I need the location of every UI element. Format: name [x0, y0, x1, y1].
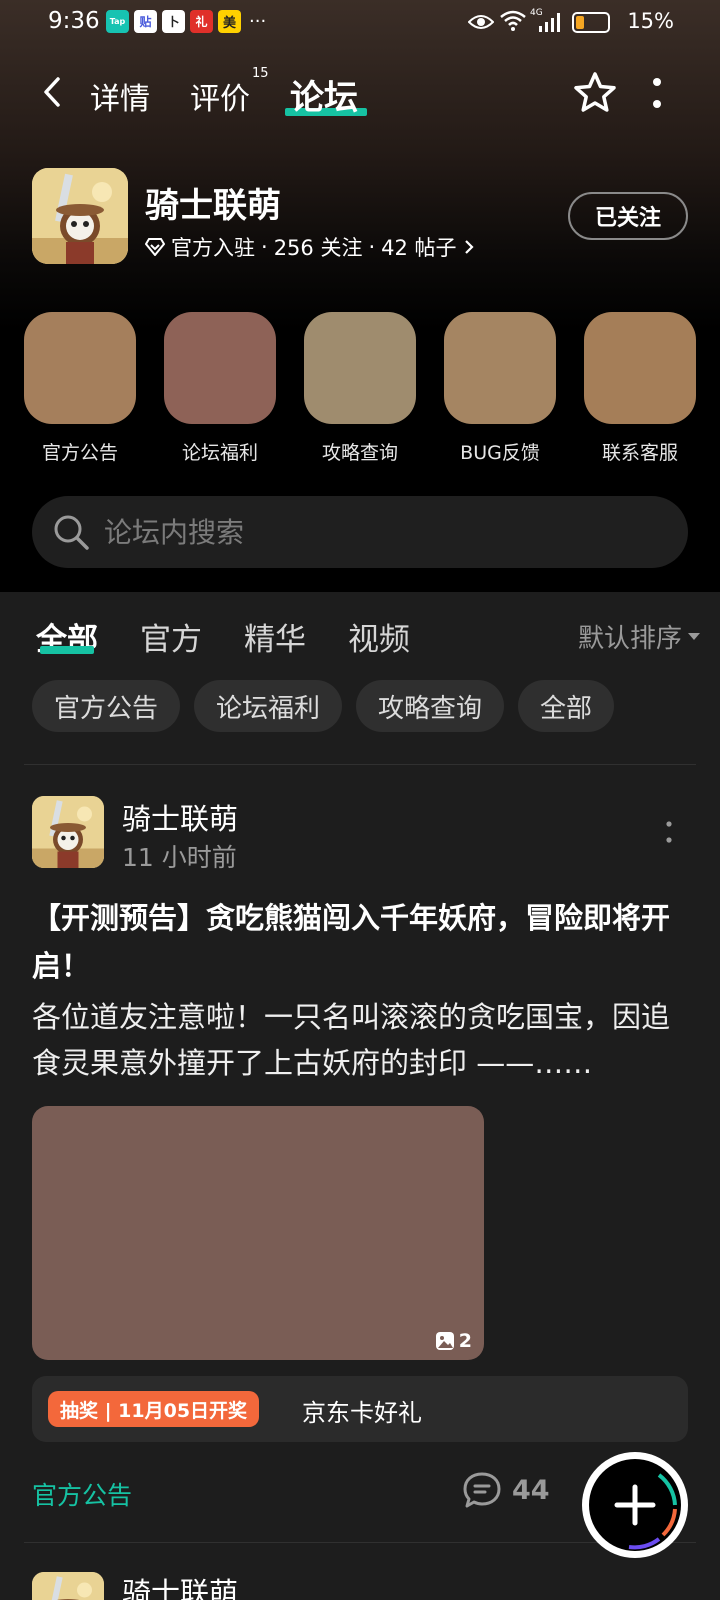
quick-action-support[interactable]: 联系客服	[584, 312, 696, 465]
follow-button[interactable]: 已关注	[568, 192, 688, 240]
tab-details[interactable]: 详情	[90, 74, 150, 118]
chip-guides[interactable]: 攻略查询	[356, 680, 505, 732]
chip-announcements[interactable]: 官方公告	[32, 680, 181, 732]
avatar[interactable]	[32, 796, 104, 868]
quick-action-announcements[interactable]: 官方公告	[24, 312, 136, 465]
back-arrow-icon[interactable]	[38, 74, 68, 110]
battery-icon	[572, 12, 610, 33]
tieba-icon: 贴	[134, 10, 157, 33]
feed-tab-featured[interactable]: 精华	[244, 614, 306, 659]
post-category-tag[interactable]: 官方公告	[32, 1476, 132, 1512]
quick-action-label: 攻略查询	[321, 442, 398, 464]
app-meta[interactable]: 官方入驻 · 256 关注 · 42 帖子	[145, 232, 475, 262]
top-nav: 详情 评价 15 论坛	[0, 60, 720, 130]
image-count: 2	[435, 1330, 472, 1352]
lottery-prize: 京东卡好礼	[302, 1399, 422, 1427]
meta-separator: ·	[261, 235, 268, 259]
fab-inner	[589, 1459, 681, 1551]
search-input[interactable]	[104, 496, 664, 568]
sort-label: 默认排序	[577, 624, 682, 654]
feed-tab-official[interactable]: 官方	[140, 614, 202, 659]
image-icon	[435, 1332, 454, 1350]
feed-tab-video[interactable]: 视频	[348, 614, 410, 659]
reviews-count-badge: 15	[252, 66, 269, 81]
eye-icon	[468, 15, 494, 29]
gift-app-icon: 礼	[190, 10, 213, 33]
quick-action-label: BUG反馈	[460, 442, 540, 464]
bug-report-tile	[444, 312, 556, 424]
posts-count: 42 帖子	[381, 236, 457, 260]
quick-action-bug-report[interactable]: BUG反馈	[444, 312, 556, 465]
app-icon: 卜	[162, 10, 185, 33]
meta-separator: ·	[368, 235, 376, 259]
tab-reviews[interactable]: 评价	[190, 74, 250, 118]
comment-button[interactable]: 44	[462, 1470, 550, 1510]
post-more-icon[interactable]	[663, 820, 675, 844]
lottery-badge: 抽奖 | 11月05日开奖	[48, 1391, 260, 1427]
tab-forum[interactable]: 论坛	[290, 70, 358, 119]
chevron-right-icon	[464, 240, 474, 254]
quick-action-label: 官方公告	[41, 442, 118, 464]
image-count-value: 2	[458, 1330, 472, 1352]
sort-dropdown[interactable]: 默认排序	[578, 618, 700, 655]
search-icon	[54, 515, 89, 550]
app-icon-image[interactable]	[32, 168, 128, 264]
support-tile	[584, 312, 696, 424]
battery-level: 15%	[627, 9, 674, 33]
divider	[24, 764, 696, 765]
quick-action-guides[interactable]: 攻略查询	[304, 312, 416, 465]
status-bar: 9:36 Tap 贴 卜 礼 美 ··· 4G 15%	[0, 0, 720, 46]
post-author[interactable]: 骑士联萌	[122, 1570, 238, 1600]
welfare-tile	[164, 312, 276, 424]
comment-icon	[463, 1472, 501, 1508]
announcements-tile	[24, 312, 136, 424]
forum-search[interactable]	[32, 496, 688, 568]
app-title: 骑士联萌	[145, 186, 281, 226]
signal-icon	[539, 13, 560, 32]
comment-count: 44	[512, 1474, 550, 1506]
wifi-icon	[500, 10, 526, 31]
chip-welfare[interactable]: 论坛福利	[194, 680, 343, 732]
guides-tile	[304, 312, 416, 424]
filter-chips: 官方公告 论坛福利 攻略查询 全部	[32, 680, 615, 732]
taptap-icon: Tap	[106, 10, 129, 33]
more-options-icon[interactable]	[650, 76, 664, 110]
notification-icons: Tap 贴 卜 礼 美 ···	[106, 10, 266, 33]
more-notifications-icon: ···	[249, 11, 267, 32]
meituan-icon: 美	[218, 10, 241, 33]
followers-count: 256 关注	[273, 236, 363, 260]
post-time: 11 小时前	[122, 843, 237, 872]
status-time: 9:36	[48, 8, 100, 34]
official-label: 官方入驻	[171, 236, 255, 260]
post-body[interactable]: 各位道友注意啦！一只名叫滚滚的贪吃国宝，因追食灵果意外撞开了上古妖府的封印 ——…	[32, 994, 692, 1086]
quick-action-label: 论坛福利	[181, 442, 258, 464]
caret-down-icon	[688, 633, 700, 640]
fab-ring	[628, 1473, 677, 1550]
lottery-banner[interactable]: 抽奖 | 11月05日开奖 京东卡好礼	[32, 1376, 688, 1442]
quick-action-label: 联系客服	[601, 442, 678, 464]
favorite-star-icon[interactable]	[572, 70, 618, 116]
chip-all[interactable]: 全部	[518, 680, 615, 732]
create-post-button[interactable]	[582, 1452, 688, 1558]
avatar[interactable]	[32, 1572, 104, 1600]
post-image[interactable]: 2	[32, 1106, 484, 1360]
post-title[interactable]: 【开测预告】贪吃熊猫闯入千年妖府，冒险即将开启！	[32, 894, 692, 990]
quick-action-welfare[interactable]: 论坛福利	[164, 312, 276, 465]
feed-active-indicator	[40, 646, 94, 654]
post-author[interactable]: 骑士联萌	[122, 796, 238, 838]
official-diamond-icon	[145, 238, 165, 256]
